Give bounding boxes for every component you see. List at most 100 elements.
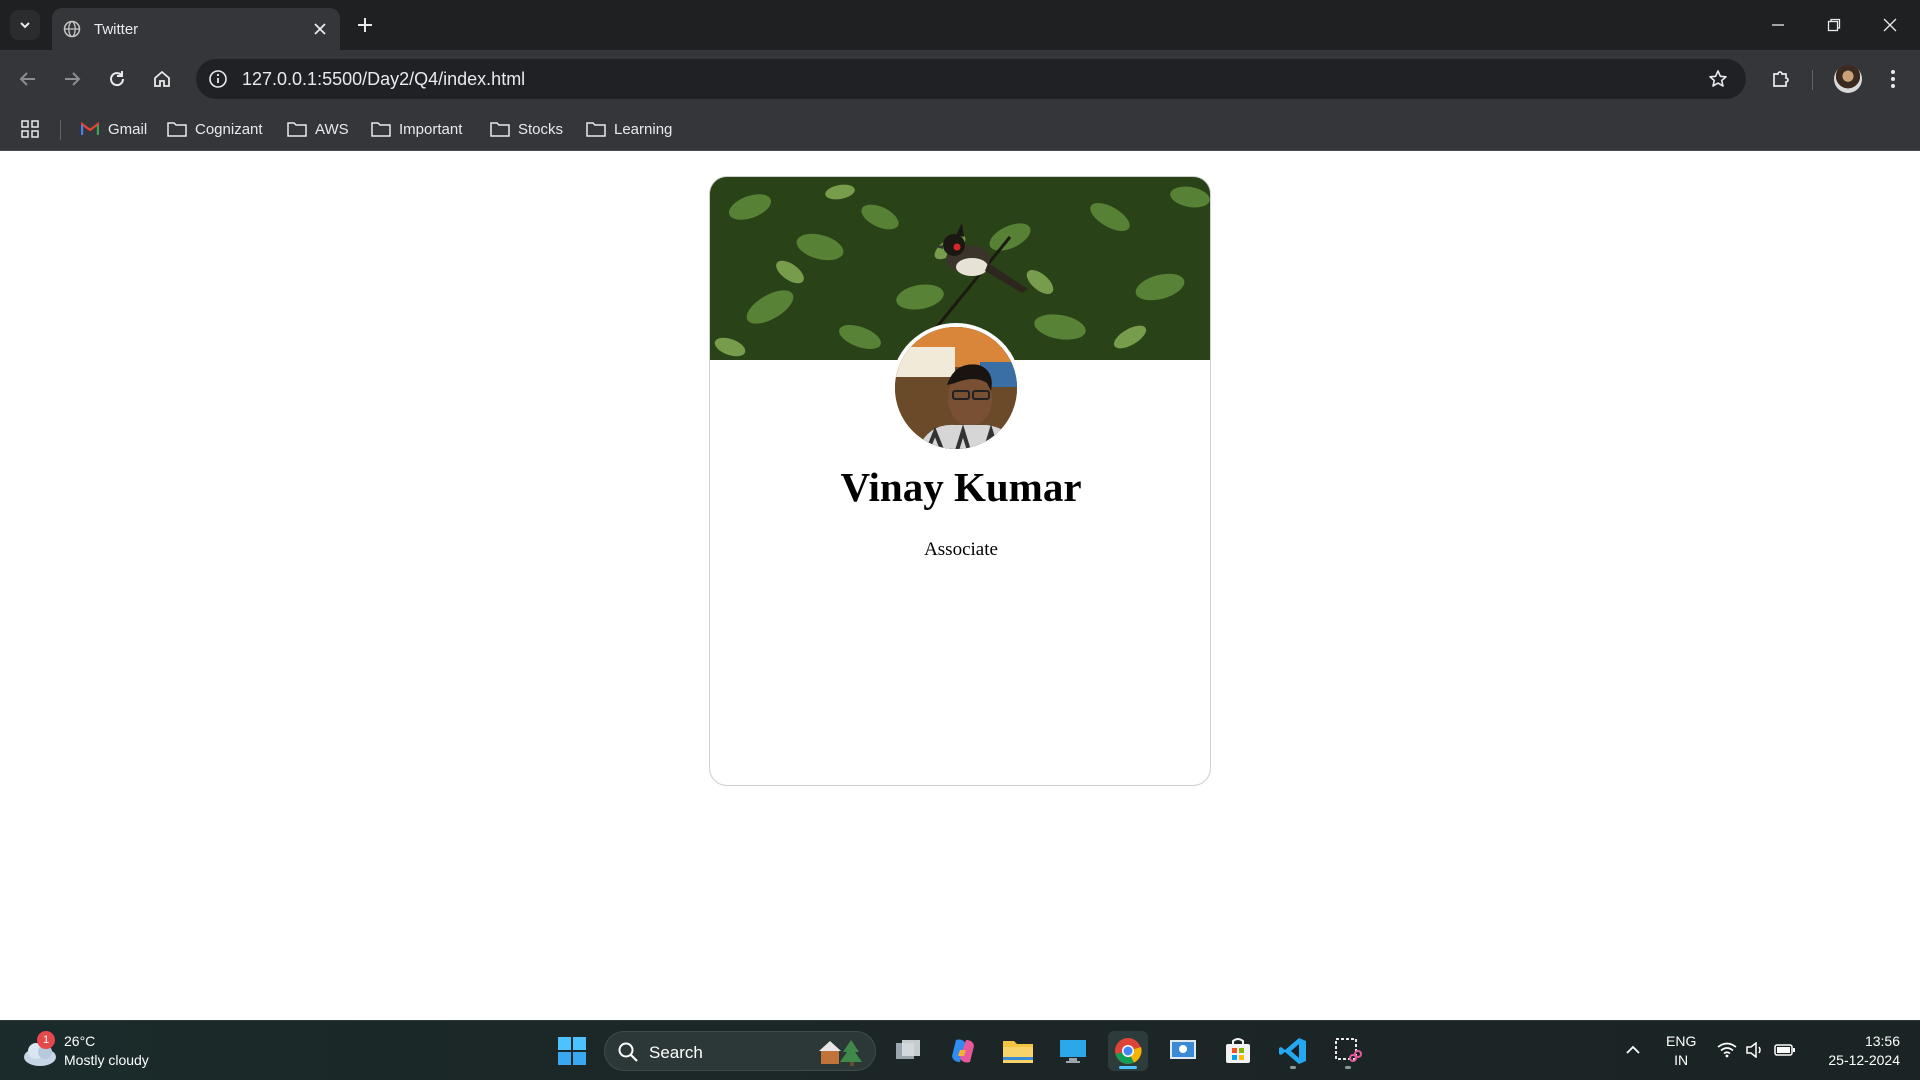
- bookmarks-divider: [60, 120, 61, 140]
- vscode-icon: [1279, 1038, 1306, 1064]
- bookmark-label: Cognizant: [195, 120, 263, 138]
- toolbar-divider: [1812, 70, 1813, 90]
- clock-time: 13:56: [1864, 1033, 1900, 1049]
- bookmark-stocks[interactable]: Stocks: [490, 117, 563, 141]
- region-code: IN: [1674, 1052, 1689, 1068]
- vscode-button[interactable]: [1273, 1031, 1313, 1071]
- windows-taskbar: 1 26°C Mostly cloudy Search ENG IN 13:56…: [0, 1020, 1920, 1080]
- file-explorer-button[interactable]: [998, 1031, 1038, 1071]
- close-window-button[interactable]: [1862, 0, 1918, 50]
- home-button[interactable]: [147, 64, 177, 94]
- new-tab-button[interactable]: [352, 12, 378, 38]
- chrome-icon: [1115, 1038, 1142, 1064]
- search-label: Search: [649, 1043, 703, 1062]
- back-button[interactable]: [13, 64, 43, 94]
- taskbar-search[interactable]: Search: [604, 1031, 876, 1071]
- plus-icon: [358, 18, 372, 32]
- language-code: ENG: [1666, 1033, 1697, 1049]
- close-tab-icon[interactable]: [308, 17, 332, 41]
- bookmark-label: Gmail: [108, 120, 148, 138]
- tab-search-button[interactable]: [10, 10, 40, 40]
- store-button[interactable]: [1218, 1031, 1258, 1071]
- apps-grid-icon: [21, 120, 39, 138]
- folder-app-icon: [1003, 1041, 1033, 1063]
- bookmark-star-icon[interactable]: [1706, 67, 1730, 91]
- profile-name: Vinay Kumar: [840, 464, 1082, 510]
- forward-button[interactable]: [57, 64, 87, 94]
- snipping-tool-button[interactable]: [1328, 1031, 1368, 1071]
- bookmark-gmail[interactable]: Gmail: [80, 117, 147, 141]
- chevron-up-icon: [1626, 1045, 1640, 1054]
- profile-photo: [891, 323, 1021, 453]
- home-icon: [154, 70, 170, 87]
- minimize-icon: [1772, 24, 1784, 26]
- folder-icon: [586, 119, 606, 139]
- bookmark-learning[interactable]: Learning: [586, 117, 672, 141]
- show-hidden-icons-button[interactable]: [1622, 1039, 1644, 1061]
- wifi-icon[interactable]: [1716, 1039, 1738, 1061]
- reload-icon: [110, 71, 125, 87]
- arrow-left-icon: [19, 72, 35, 86]
- active-indicator: [1119, 1066, 1137, 1069]
- browser-toolbar: 127.0.0.1:5500/Day2/Q4/index.html: [0, 50, 1920, 108]
- running-indicator: [1290, 1066, 1296, 1069]
- task-view-button[interactable]: [888, 1031, 928, 1071]
- folder-icon: [490, 119, 510, 139]
- clock-date: 25-12-2024: [1828, 1052, 1900, 1068]
- url-text[interactable]: 127.0.0.1:5500/Day2/Q4/index.html: [242, 69, 525, 90]
- windows-logo-icon: [558, 1037, 586, 1065]
- weather-widget[interactable]: 1 26°C Mostly cloudy: [22, 1031, 192, 1073]
- battery-icon[interactable]: [1774, 1039, 1796, 1061]
- chrome-taskbar-button[interactable]: [1108, 1031, 1148, 1071]
- task-view-icon: [896, 1040, 920, 1059]
- bookmark-important[interactable]: Important: [371, 117, 462, 141]
- reload-button[interactable]: [102, 64, 132, 94]
- browser-titlebar: Twitter: [0, 0, 1920, 50]
- apps-button[interactable]: [20, 117, 40, 141]
- puzzle-icon: [1773, 71, 1789, 87]
- tab-twitter[interactable]: Twitter: [52, 8, 340, 50]
- bookmark-label: Learning: [614, 120, 673, 138]
- bookmark-label: Important: [399, 120, 463, 138]
- weather-condition: Mostly cloudy: [64, 1052, 149, 1068]
- system-clock[interactable]: 13:56 25-12-2024: [1816, 1032, 1900, 1070]
- copilot-button[interactable]: [943, 1031, 983, 1071]
- remote-desktop-icon: [1170, 1040, 1196, 1059]
- folder-icon: [167, 119, 187, 139]
- chevron-down-icon: [20, 22, 30, 29]
- search-icon: [618, 1042, 638, 1062]
- weather-temperature: 26°C: [64, 1033, 96, 1049]
- restore-icon: [1827, 18, 1841, 32]
- profile-avatar[interactable]: [1834, 65, 1862, 93]
- bookmark-cognizant[interactable]: Cognizant: [167, 117, 263, 141]
- restore-button[interactable]: [1806, 0, 1862, 50]
- input-language-indicator[interactable]: ENG IN: [1666, 1032, 1696, 1070]
- store-icon: [1226, 1038, 1250, 1063]
- running-indicator: [1345, 1066, 1351, 1069]
- site-info-icon[interactable]: [206, 67, 230, 91]
- extensions-button[interactable]: [1766, 64, 1796, 94]
- volume-icon[interactable]: [1744, 1039, 1766, 1061]
- gmail-icon: [80, 119, 100, 139]
- folder-icon: [287, 119, 307, 139]
- holiday-decoration-icon: [819, 1040, 862, 1066]
- snipping-tool-icon: [1335, 1038, 1362, 1062]
- bookmarks-bar: Gmail Cognizant AWS Important Stocks Lea…: [0, 108, 1920, 151]
- profile-role: Associate: [924, 539, 998, 560]
- start-button[interactable]: [552, 1031, 592, 1071]
- monitor-icon: [1060, 1040, 1086, 1063]
- bookmark-label: Stocks: [518, 120, 564, 138]
- address-bar[interactable]: 127.0.0.1:5500/Day2/Q4/index.html: [196, 59, 1746, 99]
- bookmark-aws[interactable]: AWS: [287, 117, 349, 141]
- copilot-icon: [952, 1039, 974, 1063]
- browser-menu-button[interactable]: [1878, 64, 1908, 94]
- profile-card: Vinay Kumar Associate: [709, 176, 1211, 786]
- notification-badge: 1: [37, 1031, 55, 1049]
- globe-icon: [62, 19, 82, 39]
- remote-app-button[interactable]: [1163, 1031, 1203, 1071]
- close-icon: [1883, 18, 1897, 32]
- desktop-app-button[interactable]: [1053, 1031, 1093, 1071]
- bookmark-label: AWS: [315, 120, 349, 138]
- folder-icon: [371, 119, 391, 139]
- minimize-button[interactable]: [1750, 0, 1806, 50]
